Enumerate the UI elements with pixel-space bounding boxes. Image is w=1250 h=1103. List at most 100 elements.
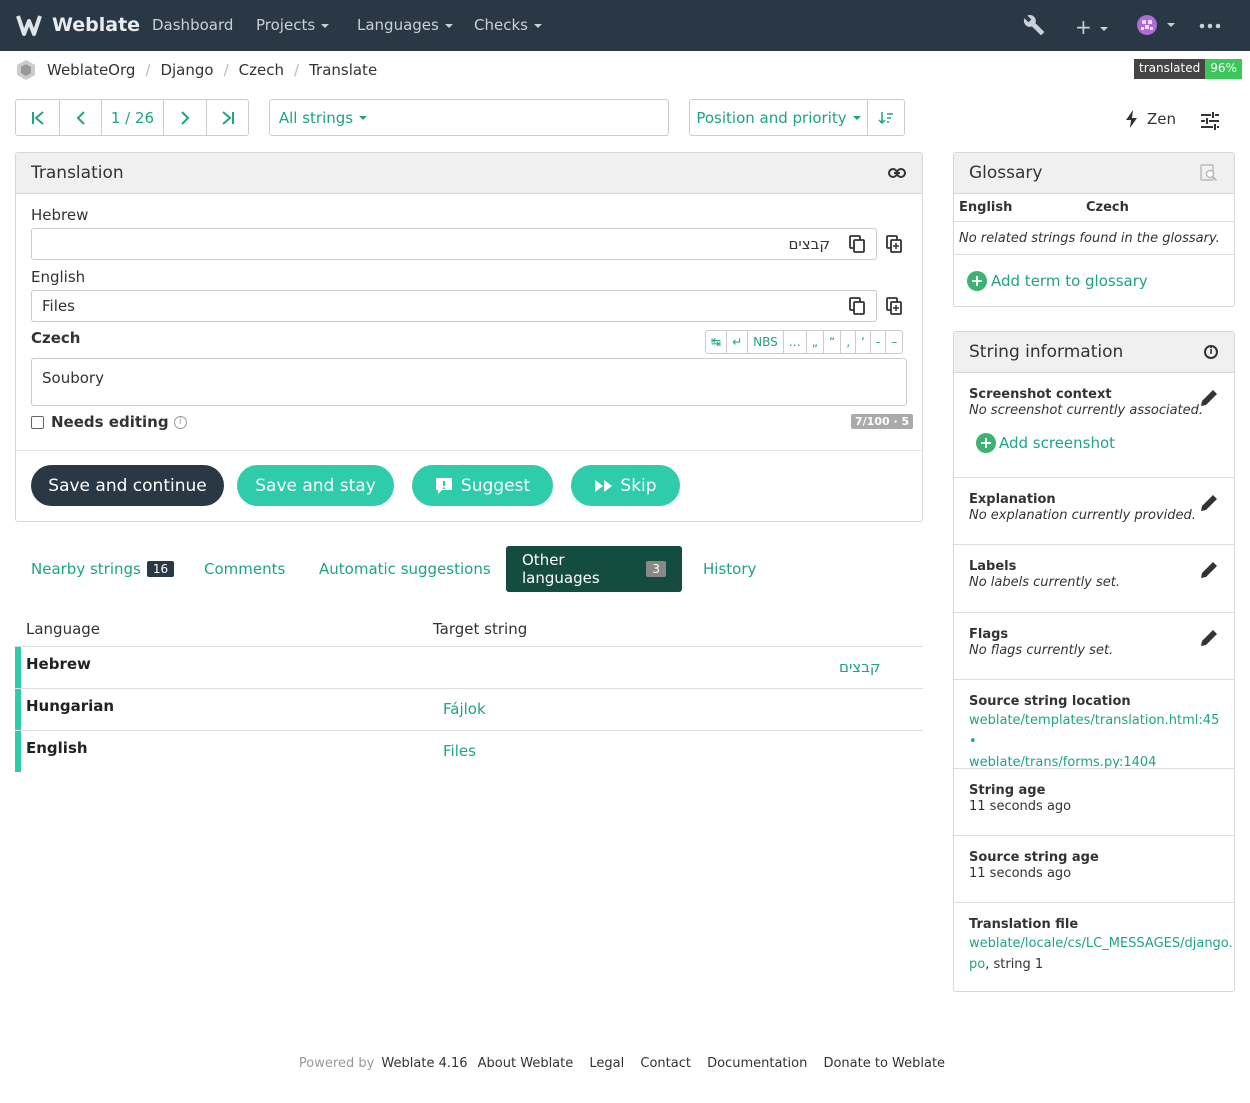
translation-file-link[interactable]: po (969, 957, 985, 972)
lightning-icon (1126, 110, 1137, 128)
pencil-icon (1201, 390, 1217, 406)
char-button[interactable]: – (886, 331, 902, 353)
glossary-header: Glossary (954, 153, 1234, 194)
add-term-link[interactable]: Add term to glossary (967, 271, 1148, 291)
breadcrumb-current[interactable]: Translate (309, 61, 377, 79)
edit-flags-button[interactable] (1200, 628, 1219, 651)
footer-link[interactable]: Legal (589, 1056, 624, 1071)
char-button[interactable]: „ (807, 331, 824, 353)
edit-screenshot-button[interactable] (1200, 388, 1219, 411)
copy-icon[interactable] (849, 297, 865, 319)
settings-button[interactable] (1200, 111, 1220, 135)
translation-textarea[interactable]: Soubory (31, 358, 907, 406)
translated-badge[interactable]: translated 96% (1134, 59, 1242, 79)
nav-languages[interactable]: Languages (357, 16, 453, 34)
add-menu[interactable]: + (1075, 15, 1108, 39)
info-icon: i (173, 415, 187, 429)
char-button[interactable]: ‚ (841, 331, 857, 353)
edit-explanation-button[interactable] (1200, 493, 1219, 516)
translation-file-link[interactable]: weblate/locale/cs/LC_MESSAGES/django. (969, 936, 1233, 951)
char-button[interactable]: … (784, 331, 807, 353)
filter-dropdown[interactable]: All strings (269, 99, 377, 136)
footer-link[interactable]: Donate to Weblate (823, 1056, 945, 1071)
english-source: Files (31, 290, 877, 322)
needs-editing[interactable]: Needs editing i (31, 413, 187, 431)
save-continue-button[interactable]: Save and continue (31, 465, 224, 506)
zen-button[interactable]: Zen (1125, 110, 1176, 128)
nav-checks[interactable]: Checks (474, 16, 542, 34)
tab-other-languages[interactable]: Other languages 3 (506, 546, 682, 592)
english-label: English (31, 268, 86, 286)
location-link[interactable]: weblate/templates/translation.html:45 (969, 713, 1219, 728)
breadcrumb-org[interactable]: WeblateOrg (47, 61, 135, 79)
czech-label: Czech (31, 329, 81, 347)
row-target[interactable]: Fájlok (443, 700, 486, 718)
flags: Flags No flags currently set. (969, 627, 1114, 658)
tab-automatic-suggestions[interactable]: Automatic suggestions (319, 546, 491, 592)
tab-history[interactable]: History (703, 546, 756, 592)
suggest-button[interactable]: Suggest (412, 465, 553, 506)
add-screenshot-link[interactable]: Add screenshot (976, 433, 1115, 453)
plus-circle-icon (976, 433, 996, 453)
row-target[interactable]: קבצים (839, 658, 881, 676)
char-button[interactable]: ↹ (706, 331, 728, 353)
clone-icon[interactable] (886, 235, 902, 257)
next-button[interactable] (164, 100, 207, 135)
save-stay-button[interactable]: Save and stay (237, 465, 394, 506)
brand[interactable]: Weblate (15, 11, 140, 39)
chevron-left-icon (76, 110, 85, 125)
last-button[interactable] (207, 100, 248, 135)
chevron-right-icon (181, 110, 190, 125)
skip-button[interactable]: Skip (571, 465, 680, 506)
glossary-empty: No related strings found in the glossary… (959, 231, 1220, 246)
char-button[interactable]: ↵ (727, 331, 749, 353)
breadcrumb-project[interactable]: Django (160, 61, 213, 79)
sort-direction-button[interactable] (868, 100, 904, 135)
user-menu[interactable] (1137, 15, 1176, 39)
search-input[interactable] (376, 99, 669, 136)
copy-icon[interactable] (849, 235, 865, 257)
brand-name: Weblate (52, 14, 141, 36)
row-target[interactable]: Files (443, 742, 476, 760)
clone-icon[interactable] (886, 297, 902, 319)
footer-link[interactable]: Documentation (707, 1056, 807, 1071)
sort-dropdown[interactable]: Position and priority (690, 100, 868, 135)
tab-comments[interactable]: Comments (204, 546, 285, 592)
footer-link[interactable]: Weblate 4.16 (381, 1056, 467, 1071)
edit-labels-button[interactable] (1200, 560, 1219, 583)
wrench-icon[interactable] (1023, 14, 1045, 40)
caret-down-icon (321, 23, 330, 28)
footer-link[interactable]: About Weblate (478, 1056, 574, 1071)
char-button[interactable]: ‘ (856, 331, 871, 353)
caret-down-icon (533, 23, 542, 28)
first-button[interactable] (16, 100, 60, 135)
nav-projects[interactable]: Projects (256, 16, 330, 34)
nav-dashboard[interactable]: Dashboard (152, 16, 233, 34)
row-language: English (26, 739, 88, 757)
pencil-icon (1201, 630, 1217, 646)
footer-link[interactable]: Contact (640, 1056, 691, 1071)
tab-nearby-strings[interactable]: Nearby strings 16 (31, 546, 175, 592)
row-language: Hungarian (26, 697, 115, 715)
fast-forward-icon (595, 479, 613, 492)
position-indicator[interactable]: 1 / 26 (102, 100, 164, 135)
hebrew-source: קבצים (31, 228, 877, 260)
plus-icon: + (1075, 15, 1092, 39)
more-menu[interactable] (1199, 16, 1221, 40)
string-age: String age 11 seconds ago (969, 783, 1072, 814)
breadcrumb-language[interactable]: Czech (239, 61, 284, 79)
info-icon[interactable]: i (1204, 345, 1218, 359)
needs-editing-checkbox[interactable] (31, 415, 44, 429)
char-button[interactable]: “ (824, 331, 842, 353)
glossary-col-source: English (959, 200, 1013, 215)
search-glossary-icon[interactable] (1200, 164, 1218, 182)
pencil-icon (1201, 562, 1217, 578)
pager: 1 / 26 (15, 99, 249, 136)
char-button[interactable]: - (871, 331, 887, 353)
breadcrumb: WeblateOrg / Django / Czech / Translate (15, 58, 377, 82)
link-icon[interactable] (888, 166, 906, 180)
prev-button[interactable] (60, 100, 102, 135)
caret-down-icon (852, 115, 861, 120)
char-button[interactable]: NBS (748, 331, 784, 353)
suggest-icon (435, 477, 452, 494)
